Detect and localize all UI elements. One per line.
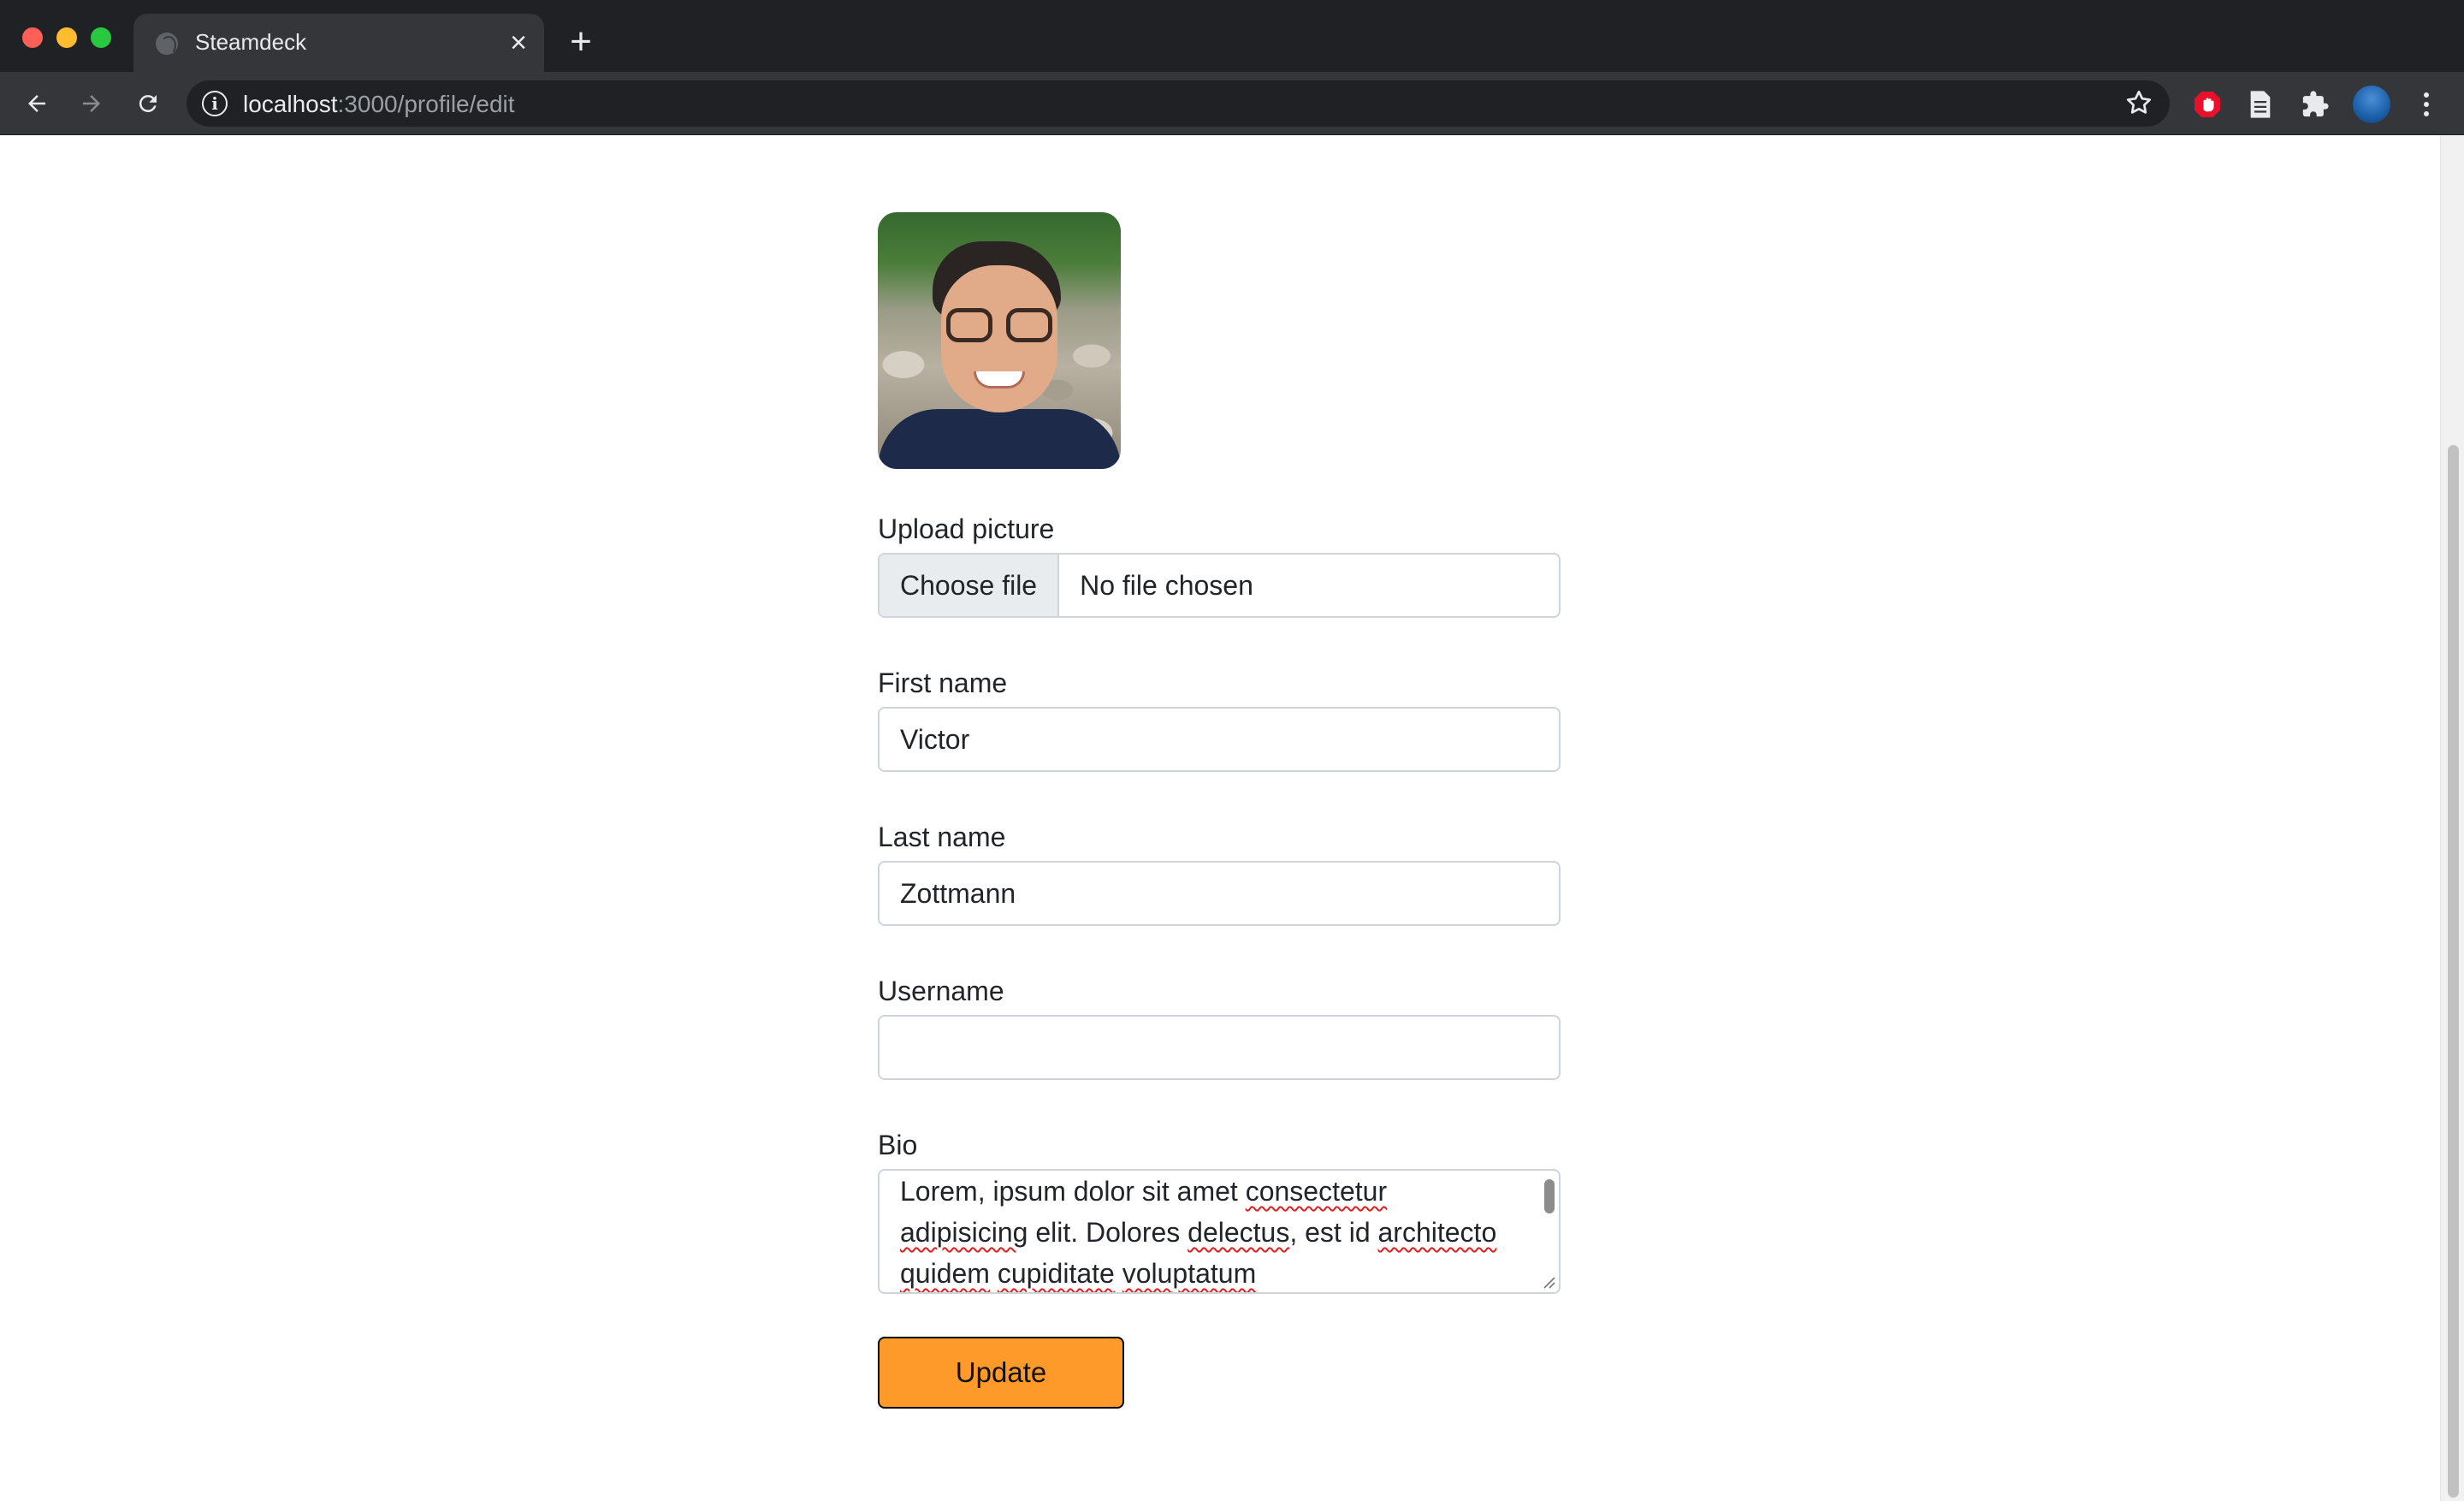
first-name-input[interactable]: Victor bbox=[878, 707, 1561, 772]
username-label: Username bbox=[878, 976, 1004, 1006]
photo-shirt bbox=[878, 409, 1121, 469]
browser-tab-strip: Steamdeck × + bbox=[0, 0, 2464, 72]
document-icon[interactable] bbox=[2243, 87, 2277, 122]
bio-word: Lorem, ipsum dolor sit amet bbox=[900, 1176, 1246, 1207]
bio-word-misspelled: cupiditate bbox=[997, 1258, 1115, 1289]
bio-textarea[interactable]: Lorem, ipsum dolor sit amet consectetur … bbox=[878, 1169, 1561, 1294]
bio-word bbox=[990, 1258, 998, 1289]
browser-toolbar: i localhost:3000/profile/edit bbox=[0, 72, 2464, 135]
bio-text: Lorem, ipsum dolor sit amet consectetur … bbox=[900, 1171, 1516, 1292]
bio-scrollbar[interactable] bbox=[1540, 1172, 1557, 1273]
info-icon[interactable]: i bbox=[202, 91, 228, 116]
url-text: localhost:3000/profile/edit bbox=[243, 91, 515, 118]
page-scrollbar[interactable] bbox=[2440, 135, 2464, 1501]
profile-edit-form: Upload picture Choose file No file chose… bbox=[878, 212, 1561, 1409]
last-name-field: Last name Zottmann bbox=[878, 822, 1561, 926]
globe-icon bbox=[156, 33, 178, 55]
glasses-lens-left bbox=[946, 308, 992, 342]
ad-block-icon[interactable] bbox=[2190, 87, 2224, 122]
tab-close-icon[interactable]: × bbox=[500, 24, 537, 62]
profile-photo bbox=[878, 212, 1121, 469]
tab-title: Steamdeck bbox=[195, 29, 307, 55]
browser-tab-active[interactable]: Steamdeck × bbox=[133, 14, 544, 72]
page-viewport: Upload picture Choose file No file chose… bbox=[0, 135, 2440, 1501]
bio-word: , est id bbox=[1289, 1217, 1378, 1248]
last-name-label: Last name bbox=[878, 822, 1006, 852]
bio-word-misspelled: architecto bbox=[1377, 1217, 1497, 1248]
choose-file-button[interactable]: Choose file bbox=[880, 555, 1060, 616]
window-close-button[interactable] bbox=[22, 27, 43, 48]
glasses-lens-right bbox=[1006, 308, 1052, 342]
url-path: :3000/profile/edit bbox=[337, 91, 515, 117]
bio-word: elit. Dolores bbox=[1028, 1217, 1188, 1248]
bio-scroll-thumb[interactable] bbox=[1544, 1179, 1555, 1213]
window-zoom-button[interactable] bbox=[91, 27, 111, 48]
username-input[interactable] bbox=[878, 1015, 1561, 1080]
back-arrow-icon[interactable] bbox=[15, 82, 58, 125]
new-tab-button[interactable]: + bbox=[560, 21, 602, 63]
reload-icon[interactable] bbox=[127, 82, 169, 125]
bio-label: Bio bbox=[878, 1130, 918, 1160]
bio-word-misspelled: adipisicing bbox=[900, 1217, 1028, 1248]
address-bar[interactable]: i localhost:3000/profile/edit bbox=[187, 80, 2170, 127]
update-button[interactable]: Update bbox=[878, 1337, 1124, 1409]
window-minimize-button[interactable] bbox=[56, 27, 77, 48]
bio-field: Bio Lorem, ipsum dolor sit amet consecte… bbox=[878, 1130, 1561, 1294]
upload-label: Upload picture bbox=[878, 513, 1055, 544]
first-name-label: First name bbox=[878, 667, 1008, 698]
url-host: localhost bbox=[243, 91, 338, 117]
username-field: Username bbox=[878, 976, 1561, 1080]
first-name-field: First name Victor bbox=[878, 667, 1561, 772]
last-name-input[interactable]: Zottmann bbox=[878, 861, 1561, 926]
file-input[interactable]: Choose file No file chosen bbox=[878, 553, 1561, 618]
bio-word-misspelled: voluptatum bbox=[1122, 1258, 1257, 1289]
profile-avatar-icon[interactable] bbox=[2353, 86, 2390, 123]
page-scroll-thumb[interactable] bbox=[2448, 445, 2459, 1498]
upload-field: Upload picture Choose file No file chose… bbox=[878, 513, 1561, 618]
star-icon[interactable] bbox=[2123, 87, 2154, 122]
puzzle-icon[interactable] bbox=[2298, 87, 2332, 122]
photo-glasses bbox=[946, 308, 1052, 346]
bio-word-misspelled: consectetur bbox=[1245, 1176, 1388, 1207]
resize-handle-icon[interactable] bbox=[1540, 1273, 1555, 1289]
forward-arrow-icon[interactable] bbox=[70, 82, 113, 125]
kebab-menu-icon[interactable] bbox=[2409, 87, 2443, 122]
bio-word-misspelled: quidem bbox=[900, 1258, 990, 1289]
file-status: No file chosen bbox=[1080, 569, 1253, 601]
bio-word-misspelled: delectus bbox=[1188, 1217, 1290, 1248]
bio-word bbox=[1115, 1258, 1122, 1289]
